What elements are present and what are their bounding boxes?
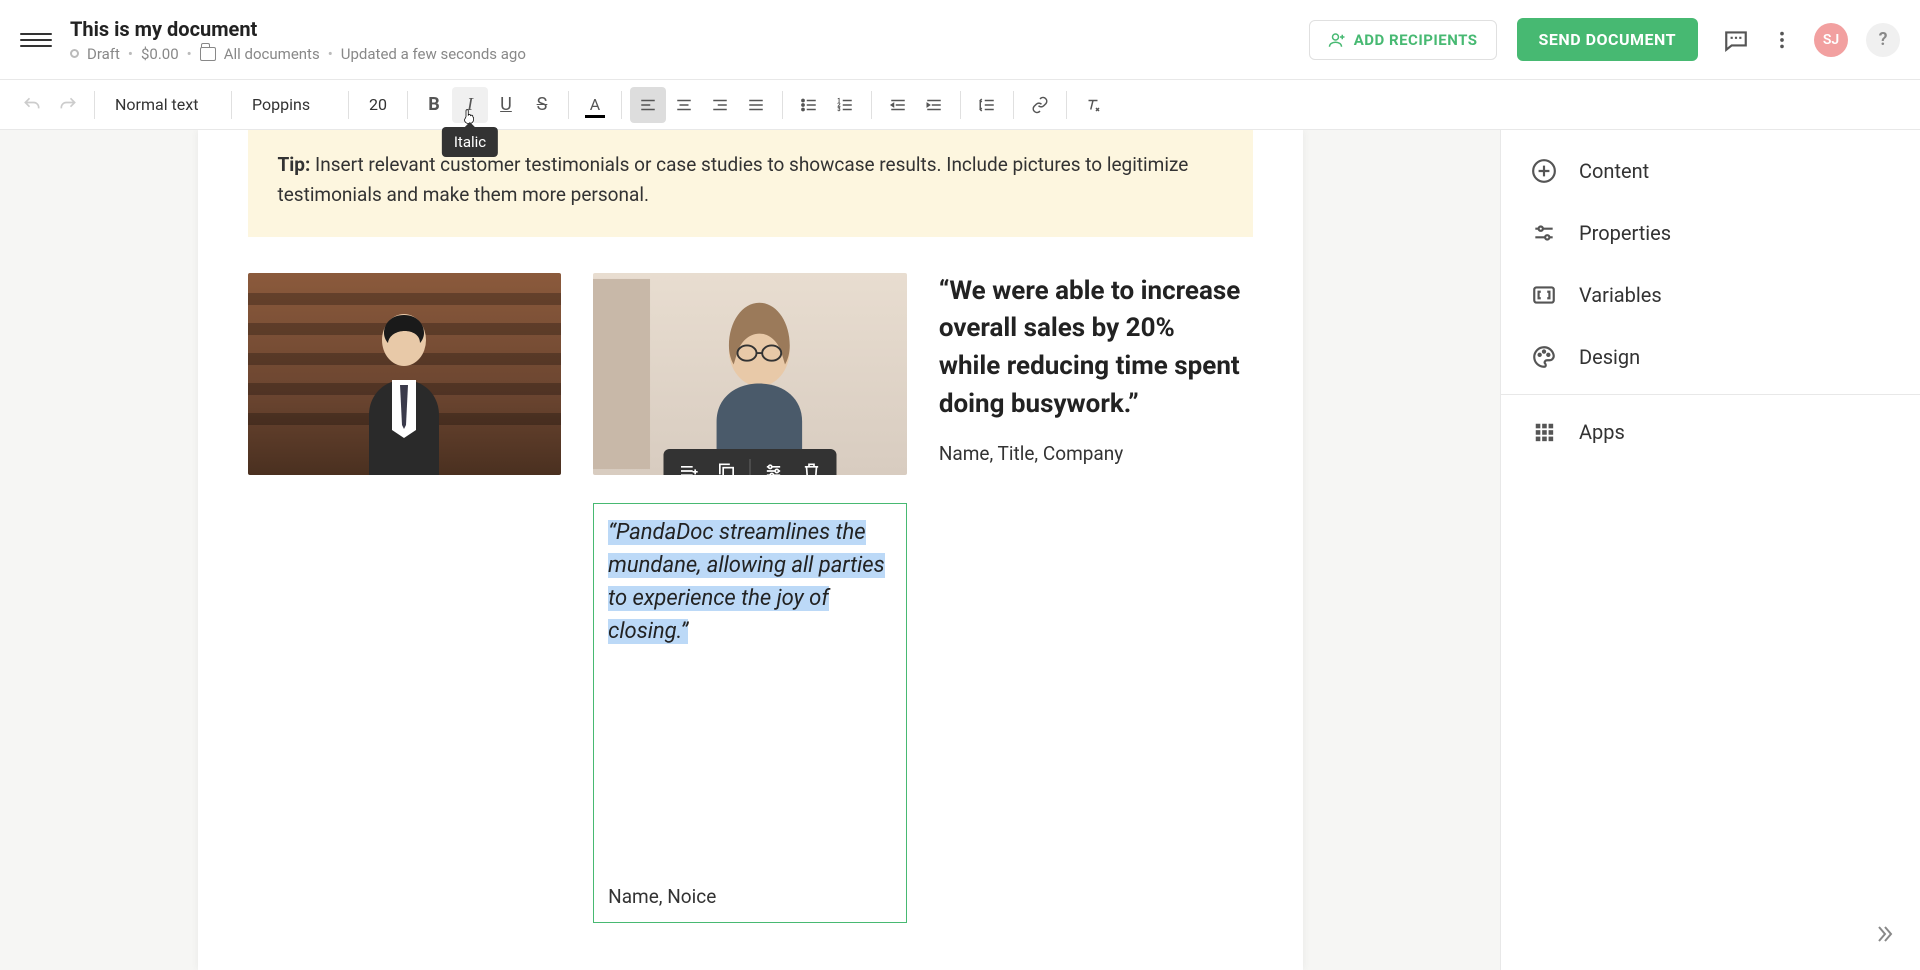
plus-circle-icon (1529, 156, 1559, 186)
sidebar-item-label: Apps (1579, 420, 1625, 444)
separator: • (328, 45, 333, 63)
sidebar-item-label: Design (1579, 345, 1640, 369)
strikethrough-button[interactable]: S (524, 87, 560, 123)
sidebar-item-apps[interactable]: Apps (1501, 401, 1920, 463)
separator: • (187, 45, 192, 63)
quote-line: mundane, allowing all parties (608, 553, 884, 578)
sidebar-item-variables[interactable]: Variables (1501, 264, 1920, 326)
align-center-button[interactable] (666, 87, 702, 123)
indent-button[interactable] (916, 87, 952, 123)
add-recipients-button[interactable]: ADD RECIPIENTS (1309, 20, 1497, 60)
italic-button[interactable]: I Italic (452, 87, 488, 123)
font-family-select[interactable]: Poppins (240, 95, 340, 114)
bold-button[interactable]: B (416, 87, 452, 123)
font-size-select[interactable]: 20 (357, 95, 399, 114)
sidebar-item-design[interactable]: Design (1501, 326, 1920, 388)
document-title: This is my document (70, 17, 1309, 41)
tip-label: Tip: (278, 153, 311, 176)
add-person-icon (1328, 31, 1346, 49)
document-status: Draft (87, 45, 120, 63)
bullet-list-button[interactable] (791, 87, 827, 123)
help-button[interactable]: ? (1866, 23, 1900, 57)
align-left-button[interactable] (630, 87, 666, 123)
line-spacing-button[interactable] (969, 87, 1005, 123)
italic-tooltip: Italic (442, 127, 498, 157)
outdent-button[interactable] (880, 87, 916, 123)
clear-formatting-button[interactable] (1075, 87, 1111, 123)
quote-line: closing.” (608, 619, 688, 644)
status-dot-icon (70, 49, 79, 58)
svg-text:3: 3 (837, 107, 840, 113)
folder-icon (200, 47, 216, 61)
testimonial-photo-2[interactable] (593, 273, 907, 475)
quote-line: to experience the joy of (608, 586, 829, 611)
block-settings-button[interactable] (755, 455, 793, 475)
more-menu-icon[interactable] (1768, 26, 1796, 54)
add-recipients-label: ADD RECIPIENTS (1354, 31, 1478, 49)
numbered-list-button[interactable]: 123 (827, 87, 863, 123)
person-silhouette-icon (593, 273, 907, 475)
quote-line: “PandaDoc streamlines the (608, 520, 865, 545)
sidebar-item-label: Variables (1579, 283, 1662, 307)
redo-button[interactable] (50, 87, 86, 123)
send-document-button[interactable]: SEND DOCUMENT (1517, 18, 1698, 61)
separator: • (128, 45, 133, 63)
testimonial-byline-2: Name, Noice (608, 885, 716, 908)
testimonial-quote-1: “We were able to increase overall sales … (939, 273, 1253, 424)
testimonial-byline-1: Name, Title, Company (939, 442, 1253, 465)
tip-callout: Tip: Insert relevant customer testimonia… (248, 130, 1253, 237)
brackets-icon (1529, 280, 1559, 310)
collapse-panel-button[interactable] (1866, 916, 1902, 952)
sidebar-item-label: Properties (1579, 221, 1671, 245)
chat-icon[interactable] (1722, 26, 1750, 54)
link-button[interactable] (1022, 87, 1058, 123)
tip-text-a: Insert relevant customer testimonials or… (310, 153, 789, 176)
document-price: $0.00 (141, 45, 179, 63)
palette-icon (1529, 342, 1559, 372)
delete-block-button[interactable] (793, 455, 831, 475)
person-silhouette-icon (344, 305, 464, 475)
align-right-button[interactable] (702, 87, 738, 123)
document-folder[interactable]: All documents (224, 45, 320, 63)
avatar[interactable]: SJ (1814, 23, 1848, 57)
document-updated: Updated a few seconds ago (341, 45, 526, 63)
duplicate-block-button[interactable] (708, 455, 746, 475)
hamburger-menu-icon[interactable] (20, 24, 52, 56)
sidebar-item-label: Content (1579, 159, 1649, 183)
align-justify-button[interactable] (738, 87, 774, 123)
text-color-button[interactable]: A (577, 87, 613, 123)
testimonial-text-block[interactable]: “PandaDoc streamlines the mundane, allow… (593, 503, 907, 923)
paragraph-style-select[interactable]: Normal text (103, 95, 223, 114)
apps-grid-icon (1529, 417, 1559, 447)
testimonial-photo-1[interactable] (248, 273, 562, 475)
block-floating-toolbar (664, 449, 837, 475)
sidebar-item-content[interactable]: Content (1501, 140, 1920, 202)
underline-button[interactable]: U (488, 87, 524, 123)
sidebar-item-properties[interactable]: Properties (1501, 202, 1920, 264)
add-block-button[interactable] (670, 455, 708, 475)
undo-button[interactable] (14, 87, 50, 123)
sliders-icon (1529, 218, 1559, 248)
